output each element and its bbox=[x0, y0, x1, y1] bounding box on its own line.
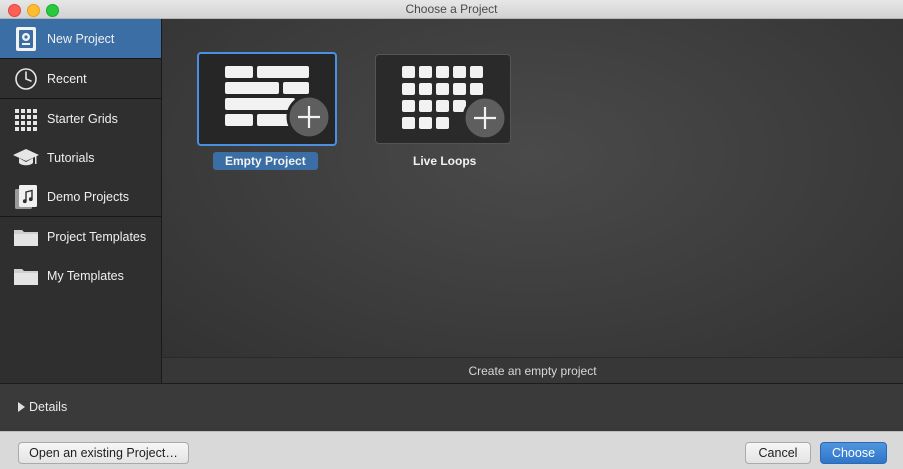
grid-icon bbox=[13, 106, 39, 132]
sidebar-item-my-templates[interactable]: My Templates bbox=[0, 256, 161, 295]
dialog-footer: Open an existing Project… Cancel Choose bbox=[0, 431, 903, 469]
mortarboard-icon bbox=[13, 145, 39, 171]
sidebar-item-starter-grids[interactable]: Starter Grids bbox=[0, 99, 161, 138]
template-label: Empty Project bbox=[213, 152, 318, 170]
sidebar: New Project Recent Starter Grids Tutoria… bbox=[0, 19, 162, 383]
choose-button[interactable]: Choose bbox=[820, 442, 887, 464]
cancel-button[interactable]: Cancel bbox=[745, 442, 811, 464]
sidebar-item-label: New Project bbox=[47, 31, 115, 46]
sidebar-item-tutorials[interactable]: Tutorials bbox=[0, 138, 161, 177]
sidebar-item-label: Demo Projects bbox=[47, 189, 129, 204]
template-browser: Empty Project Live Loops bbox=[162, 19, 903, 357]
sidebar-item-label: Recent bbox=[47, 71, 87, 86]
template-live-loops[interactable] bbox=[375, 54, 511, 144]
clock-icon bbox=[13, 66, 39, 92]
template-empty-project[interactable] bbox=[197, 52, 337, 146]
sidebar-item-label: Starter Grids bbox=[47, 111, 118, 126]
template-description: Create an empty project bbox=[162, 357, 903, 384]
details-panel: Details bbox=[0, 383, 903, 432]
details-toggle[interactable]: Details bbox=[29, 400, 67, 414]
empty-project-icon bbox=[199, 54, 335, 149]
open-existing-project-button[interactable]: Open an existing Project… bbox=[18, 442, 189, 464]
sidebar-item-demo-projects[interactable]: Demo Projects bbox=[0, 177, 161, 216]
window-titlebar: Choose a Project bbox=[0, 0, 903, 19]
folder-icon bbox=[13, 263, 39, 289]
window-title: Choose a Project bbox=[405, 2, 498, 16]
new-project-icon bbox=[13, 26, 39, 52]
sidebar-item-new-project[interactable]: New Project bbox=[0, 19, 161, 58]
sidebar-item-label: My Templates bbox=[47, 268, 124, 283]
music-document-icon bbox=[13, 184, 39, 210]
sidebar-item-recent[interactable]: Recent bbox=[0, 59, 161, 98]
disclosure-triangle-icon[interactable] bbox=[18, 402, 25, 412]
sidebar-item-label: Tutorials bbox=[47, 150, 95, 165]
template-label: Live Loops bbox=[413, 154, 477, 168]
live-loops-icon bbox=[376, 55, 510, 148]
folder-icon bbox=[13, 224, 39, 250]
sidebar-item-label: Project Templates bbox=[47, 229, 147, 244]
sidebar-item-project-templates[interactable]: Project Templates bbox=[0, 217, 161, 256]
